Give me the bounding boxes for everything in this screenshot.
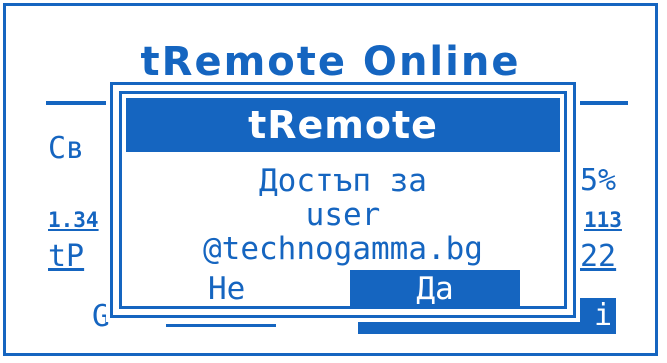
dialog-frame: tRemote Достъп за user @technogamma.bg Н… [119, 91, 567, 309]
background-row-value: 5% [580, 163, 617, 198]
divider [166, 324, 276, 327]
divider [46, 101, 108, 105]
dialog-message-domain: @technogamma.bg [203, 231, 483, 267]
background-row-value: 22 [580, 239, 617, 274]
access-dialog: tRemote Достъп за user @technogamma.bg Н… [110, 82, 576, 318]
background-value: 113 [584, 208, 622, 232]
yes-button[interactable]: Да [350, 270, 520, 308]
background-button-left[interactable]: G [92, 302, 110, 332]
background-value: 1.34 [48, 208, 99, 232]
background-button-right-label: i [593, 298, 612, 333]
device-screen: tRemote Online Св 5% 1.34 113 tP 22 G i … [3, 3, 658, 356]
background-row-label: Св [48, 131, 85, 166]
background-title: tRemote Online [140, 39, 521, 85]
dialog-message-user: user [305, 197, 381, 233]
background-row-label: tP [48, 239, 85, 274]
dialog-title: tRemote [126, 98, 560, 152]
divider [580, 101, 628, 105]
dialog-message-line: Достъп за [259, 163, 427, 199]
no-button[interactable]: Не [208, 270, 318, 308]
